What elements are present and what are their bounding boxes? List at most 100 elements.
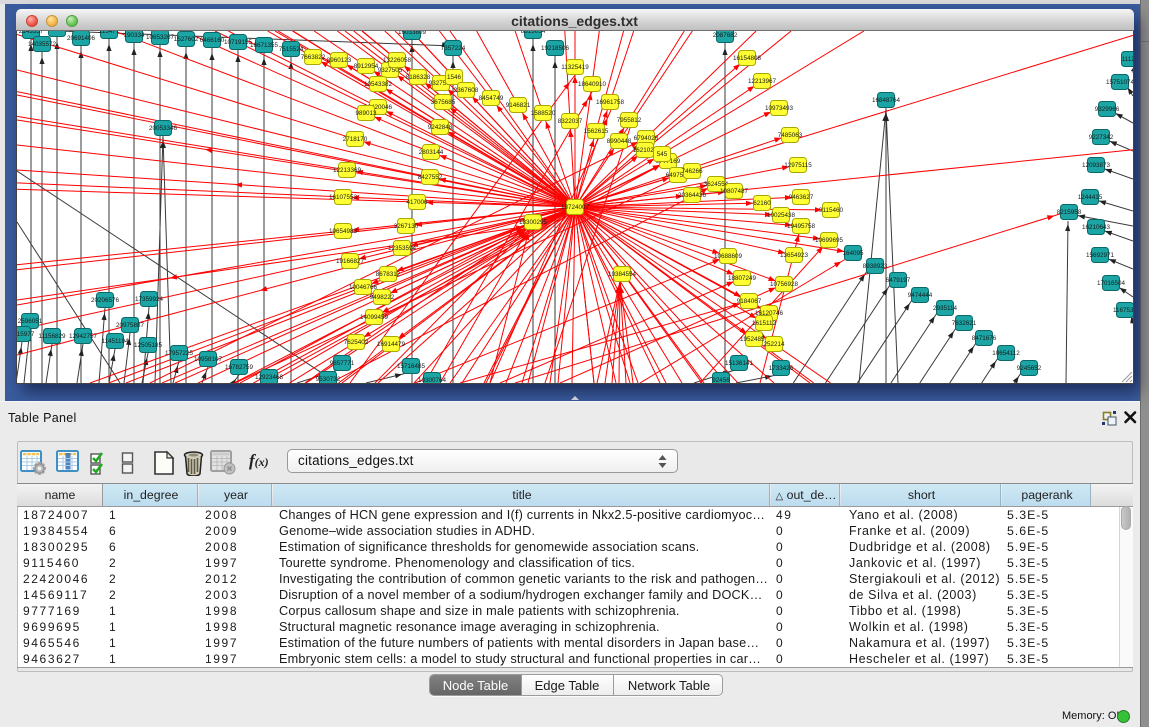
svg-text:164095: 164095	[842, 250, 864, 257]
svg-text:16533: 16533	[48, 31, 66, 33]
svg-text:10958107: 10958107	[194, 356, 223, 363]
svg-text:113477: 113477	[99, 31, 120, 35]
svg-text:746266: 746266	[681, 168, 703, 175]
svg-text:8678312: 8678312	[376, 271, 401, 278]
svg-text:12505185: 12505185	[134, 342, 163, 349]
svg-text:1733426: 1733426	[769, 365, 794, 372]
svg-text:10046766: 10046766	[349, 284, 378, 291]
svg-text:9463627: 9463627	[789, 194, 814, 201]
svg-text:16671355: 16671355	[250, 42, 279, 49]
svg-text:10807487: 10807487	[720, 188, 749, 195]
svg-text:12213369: 12213369	[333, 167, 362, 174]
svg-text:1615112: 1615112	[752, 320, 777, 327]
svg-text:2367608: 2367608	[454, 87, 479, 94]
svg-text:1527602: 1527602	[174, 36, 199, 43]
svg-text:20364436: 20364436	[678, 192, 707, 199]
svg-text:13226058: 13226058	[383, 57, 412, 64]
svg-text:19495758: 19495758	[787, 223, 816, 230]
svg-text:3915977: 3915977	[17, 331, 35, 338]
svg-text:10688609: 10688609	[714, 253, 743, 260]
svg-text:20206576: 20206576	[91, 297, 120, 304]
svg-text:11123: 11123	[1122, 56, 1133, 63]
svg-text:2087682: 2087682	[713, 32, 738, 39]
svg-text:9184067: 9184067	[737, 298, 762, 305]
svg-text:9227342: 9227342	[1089, 134, 1114, 141]
svg-text:9657771: 9657771	[330, 360, 355, 367]
svg-text:20691406: 20691406	[67, 35, 96, 42]
svg-text:7663822: 7663822	[301, 54, 326, 61]
svg-text:19384554: 19384554	[608, 271, 637, 278]
svg-text:17016504: 17016504	[1097, 280, 1126, 287]
svg-text:14035572: 14035572	[28, 41, 57, 48]
svg-text:8427552: 8427552	[418, 174, 443, 181]
svg-text:9327505: 9327505	[378, 67, 403, 74]
svg-text:2596051: 2596051	[18, 318, 43, 325]
svg-text:190334: 190334	[123, 32, 145, 39]
svg-text:6479197: 6479197	[886, 277, 911, 284]
svg-text:6794028: 6794028	[634, 135, 659, 142]
svg-text:16107553: 16107553	[329, 194, 358, 201]
svg-text:17957225: 17957225	[165, 350, 194, 357]
svg-text:7632621: 7632621	[952, 320, 977, 327]
svg-text:8454749: 8454749	[479, 95, 504, 102]
svg-text:7515524: 7515524	[279, 46, 304, 53]
svg-text:9146821: 9146821	[506, 102, 531, 109]
svg-text:16848764: 16848764	[872, 97, 901, 104]
svg-text:8186328: 8186328	[406, 74, 431, 81]
svg-text:3267130: 3267130	[394, 223, 419, 230]
svg-text:6466160: 6466160	[200, 37, 225, 44]
svg-text:10543382: 10543382	[364, 81, 393, 88]
svg-text:62160: 62160	[753, 200, 771, 207]
svg-text:2143557: 2143557	[19, 31, 44, 35]
svg-text:16961758: 16961758	[596, 99, 625, 106]
svg-text:10973493: 10973493	[765, 105, 794, 112]
svg-text:11156829: 11156829	[38, 333, 66, 340]
svg-text:1244415: 1244415	[1078, 194, 1103, 201]
svg-text:15136141: 15136141	[725, 360, 754, 367]
svg-text:15716485: 15716485	[397, 363, 426, 370]
svg-text:10719155: 10719155	[224, 39, 253, 46]
svg-text:9329966: 9329966	[1095, 106, 1120, 113]
svg-text:2718170: 2718170	[343, 136, 368, 143]
svg-text:13654923: 13654923	[780, 252, 809, 259]
svg-text:17359924: 17359924	[135, 296, 164, 303]
svg-text:18724007: 18724007	[561, 204, 590, 211]
svg-text:8471676: 8471676	[972, 335, 997, 342]
svg-text:545: 545	[657, 151, 668, 158]
svg-text:12213967: 12213967	[748, 78, 777, 85]
svg-text:15751074: 15751074	[1106, 79, 1133, 86]
svg-text:10699695: 10699695	[815, 237, 844, 244]
svg-text:7955812: 7955812	[617, 117, 642, 124]
svg-text:20053346: 20053346	[149, 125, 178, 132]
svg-text:8215958: 8215958	[1057, 209, 1082, 216]
svg-text:9242848: 9242848	[428, 124, 453, 131]
svg-text:14099459: 14099459	[360, 314, 389, 321]
svg-text:18300295: 18300295	[519, 219, 548, 226]
svg-text:19218506: 19218506	[541, 45, 570, 52]
svg-text:16914479: 16914479	[377, 341, 406, 348]
svg-text:92456: 92456	[712, 377, 730, 383]
svg-text:10756928: 10756928	[770, 281, 799, 288]
svg-text:20975887: 20975887	[116, 322, 145, 329]
svg-text:1546: 1546	[447, 74, 462, 81]
svg-text:18807249: 18807249	[728, 275, 757, 282]
svg-text:7485063: 7485063	[778, 132, 803, 139]
svg-text:2803144: 2803144	[419, 149, 444, 156]
svg-text:8938923: 8938923	[863, 263, 888, 270]
svg-text:10300764: 10300764	[418, 377, 447, 383]
svg-text:1588520: 1588520	[531, 110, 556, 117]
svg-text:9474444: 9474444	[908, 292, 933, 299]
svg-text:12093873: 12093873	[1082, 162, 1111, 169]
svg-text:9115460: 9115460	[819, 207, 844, 214]
svg-text:3675685: 3675685	[431, 99, 456, 106]
svg-text:252214: 252214	[763, 341, 785, 348]
svg-text:16154808: 16154808	[733, 55, 762, 62]
svg-text:417006: 417006	[406, 199, 428, 206]
svg-text:1562615: 1562615	[584, 128, 609, 135]
svg-text:16033809: 16033809	[398, 31, 427, 36]
svg-text:11325419: 11325419	[561, 64, 589, 71]
svg-text:8990448: 8990448	[607, 138, 632, 145]
svg-text:1167534: 1167534	[1113, 307, 1133, 314]
svg-text:8322037: 8322037	[558, 118, 583, 125]
svg-text:18640910: 18640910	[578, 81, 607, 88]
